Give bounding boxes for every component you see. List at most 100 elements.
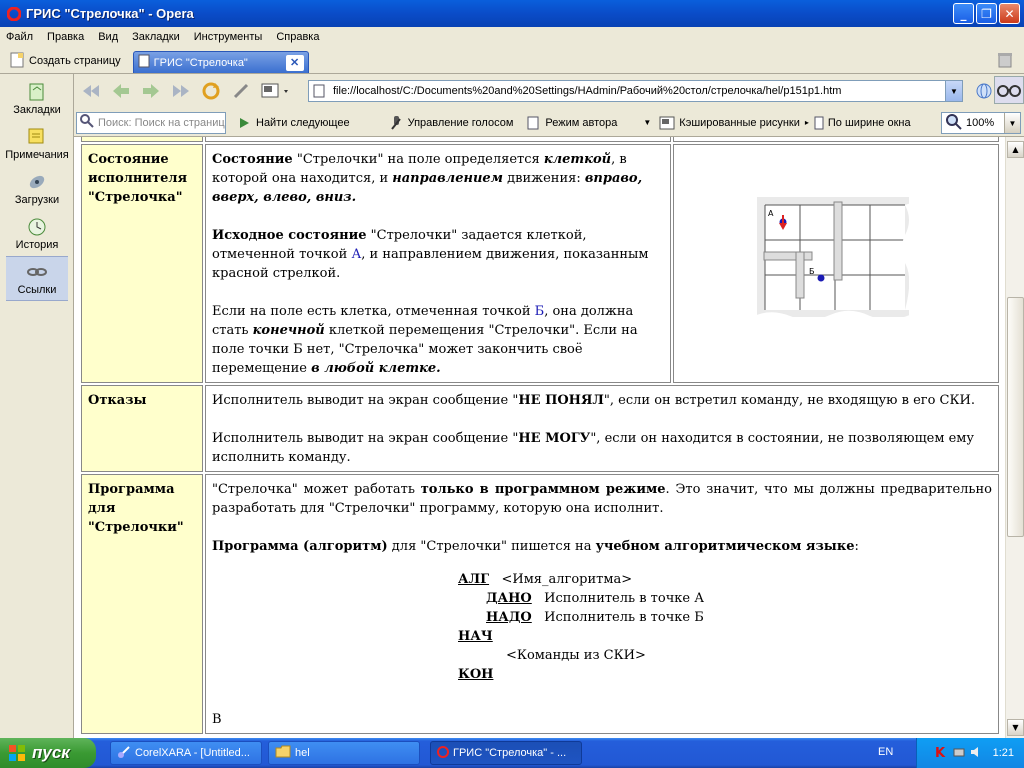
text-bold: Программа (алгоритм) (212, 539, 388, 554)
text: ", если он встретил команду, не входящую… (603, 393, 976, 408)
language-indicator[interactable]: EN (878, 746, 893, 758)
taskbar-item-label: CorelXARA - [Untitled... (135, 747, 250, 759)
chevron-down-icon[interactable]: ▼ (643, 118, 651, 127)
sidebar-item-links[interactable]: Ссылки (6, 256, 68, 301)
voice-control-button[interactable]: Управление голосом (388, 115, 513, 131)
taskbar-item-opera[interactable]: ГРИС "Стрелочка" - ... (430, 741, 582, 765)
zoom-dropdown-icon[interactable]: ▼ (1004, 113, 1020, 133)
scroll-down-icon[interactable]: ▼ (1007, 719, 1024, 736)
links-icon (26, 262, 48, 282)
image-icon[interactable] (258, 78, 292, 104)
menu-edit[interactable]: Правка (45, 30, 86, 44)
point-b-dot (817, 274, 825, 282)
scroll-up-icon[interactable]: ▲ (1007, 141, 1024, 158)
sidebar-item-label: Загрузки (14, 193, 60, 206)
tab-title: ГРИС "Стрелочка" (153, 56, 248, 69)
page-icon (814, 115, 824, 131)
find-next-label: Найти следующее (256, 116, 350, 129)
zoom-icon (946, 113, 962, 133)
vertical-scrollbar[interactable]: ▲ ▼ (1005, 137, 1024, 738)
minimize-button[interactable]: _ (953, 3, 974, 24)
text-bold: Исходное состояние (212, 228, 367, 243)
new-page-icon (10, 52, 24, 71)
clock: 1:21 (992, 747, 1014, 759)
sidebar-item-label: История (15, 238, 59, 251)
corelxara-icon (117, 745, 131, 762)
text: : (854, 539, 859, 554)
text: для "Стрелочки" пишется на (387, 539, 596, 554)
zoom-select[interactable]: 100% ▼ (941, 112, 1021, 134)
table-row-state: Состояние исполнителя "Стрелочка" Состоя… (81, 144, 999, 383)
text: "Стрелочки" на поле определяется (292, 152, 544, 167)
rewind-icon[interactable] (78, 78, 104, 104)
close-tab-icon[interactable]: ✕ (285, 54, 304, 71)
taskbar-item-corelxara[interactable]: CorelXARA - [Untitled... (110, 741, 262, 765)
forward-icon[interactable] (138, 78, 164, 104)
sidebar-item-downloads[interactable]: Загрузки (0, 166, 74, 211)
sidebar-item-notes[interactable]: Примечания (0, 121, 74, 166)
taskbar-item-label: hel (295, 747, 310, 759)
page-icon (138, 54, 150, 71)
find-on-page-input[interactable]: Поиск: Поиск на страниц (76, 111, 226, 134)
start-button[interactable]: пуск (0, 738, 96, 768)
reload-icon[interactable] (198, 78, 224, 104)
field-illustration: А Б (752, 197, 920, 340)
sidebar-item-history[interactable]: История (0, 211, 74, 256)
menu-bookmarks[interactable]: Закладки (130, 30, 182, 44)
author-mode-button[interactable]: Режим автора ▼ (525, 115, 651, 131)
scrollbar-thumb[interactable] (1007, 297, 1024, 537)
fast-forward-icon[interactable] (168, 78, 194, 104)
text: Исполнитель в точке Б (544, 610, 704, 625)
cached-images-button[interactable]: Кэшированные рисунки (659, 115, 800, 131)
text-bold-italic: клеткой (543, 152, 612, 167)
text-bold: НЕ ПОНЯЛ (518, 393, 604, 408)
algorithm-template: АЛГ <Имя_алгоритма> ДАНО Исполнитель в т… (458, 570, 992, 684)
text: движения: (503, 171, 585, 186)
sidebar-item-bookmarks[interactable]: Закладки (0, 76, 74, 121)
text-bold-italic: в любой клетке. (311, 361, 441, 376)
menu-tools[interactable]: Инструменты (192, 30, 265, 44)
network-icon[interactable] (952, 745, 966, 762)
address-bar[interactable]: file://localhost/C:/Documents%20and%20Se… (308, 80, 963, 102)
trash-icon[interactable] (996, 51, 1014, 72)
svg-text:K: K (935, 746, 946, 759)
navigation-toolbar: file://localhost/C:/Documents%20and%20Se… (74, 74, 1024, 108)
info-table: Состояние исполнителя "Стрелочка" Состоя… (79, 137, 1001, 736)
menu-file[interactable]: Файл (4, 30, 35, 44)
volume-icon[interactable] (969, 745, 983, 762)
back-icon[interactable] (108, 78, 134, 104)
kaspersky-icon[interactable]: K (934, 745, 948, 762)
taskbar-item-hel[interactable]: hel (268, 741, 420, 765)
text: "Стрелочка" может работать (212, 482, 421, 497)
text: <Имя_алгоритма> (501, 572, 633, 587)
opera-logo-icon (437, 745, 449, 761)
restore-button[interactable]: ❐ (976, 3, 997, 24)
page-icon (525, 115, 541, 131)
sidebar: Закладки Примечания Загрузки История Ссы… (0, 74, 74, 738)
tab-bar: Создать страницу ГРИС "Стрелочка" ✕ (0, 47, 1024, 74)
opera-logo-icon (6, 6, 22, 22)
address-url: file://localhost/C:/Documents%20and%20Se… (333, 85, 842, 97)
row-body: Состояние "Стрелочки" на поле определяет… (205, 144, 671, 383)
find-placeholder: Поиск: Поиск на страниц (98, 116, 225, 129)
tab-active[interactable]: ГРИС "Стрелочка" ✕ (132, 51, 309, 73)
field-illustration-cell: А Б (673, 144, 999, 383)
fit-width-button[interactable]: ▸ По ширине окна (804, 115, 911, 131)
table-row-program: Программа для "Стрелочки" "Стрелочка" мо… (81, 474, 999, 734)
page-icon (313, 84, 327, 98)
menu-help[interactable]: Справка (274, 30, 321, 44)
text: Исполнитель выводит на экран сообщение " (212, 431, 519, 446)
download-icon (26, 172, 48, 192)
text: Исполнитель в точке А (544, 591, 705, 606)
edit-icon[interactable] (228, 78, 254, 104)
read-glasses-icon[interactable] (994, 76, 1024, 104)
row-label: Состояние исполнителя "Стрелочка" (81, 144, 203, 383)
zoom-value: 100% (966, 117, 995, 129)
find-next-button[interactable]: Найти следующее (236, 115, 350, 131)
text-bold: Состояние (212, 152, 293, 167)
new-page-button[interactable]: Создать страницу (4, 49, 127, 73)
address-dropdown-button[interactable]: ▼ (945, 81, 962, 101)
close-window-button[interactable]: ✕ (999, 3, 1020, 24)
text-bold: только в программном режиме (420, 482, 666, 497)
menu-view[interactable]: Вид (96, 30, 120, 44)
